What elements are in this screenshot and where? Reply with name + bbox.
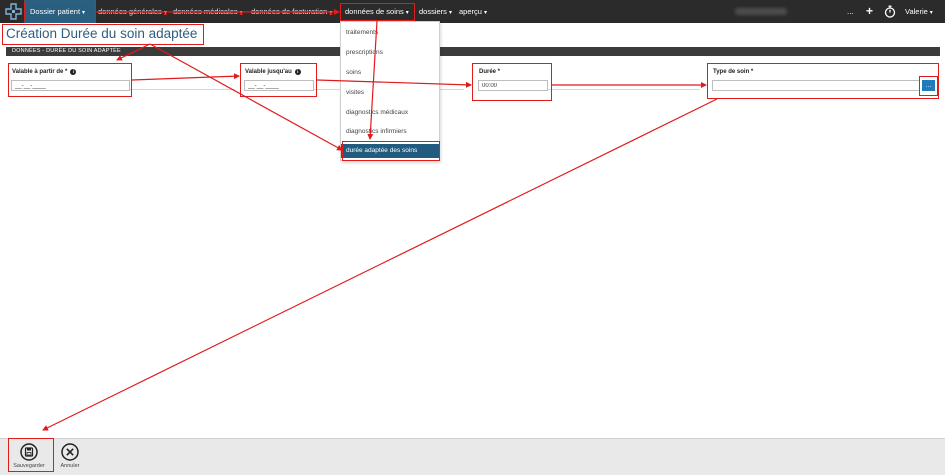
annotation-overlay [0, 0, 945, 475]
save-button[interactable]: Sauvegarder [11, 439, 47, 475]
duration-label: Durée * [479, 69, 501, 75]
nav-donnees-medicales[interactable]: données médicales ▾ [173, 0, 243, 23]
valid-from-input[interactable] [11, 80, 130, 91]
plus-icon[interactable]: + [866, 0, 873, 23]
caret-down-icon: ▾ [82, 10, 86, 16]
info-icon[interactable]: i [70, 69, 77, 75]
info-icon[interactable]: i [294, 69, 301, 75]
caret-down-icon: ▾ [405, 10, 409, 16]
nav-donnees-facturation[interactable]: données de facturation ▾ [251, 0, 332, 23]
caret-down-icon: ▾ [329, 10, 333, 16]
stopwatch-icon[interactable] [884, 5, 896, 18]
caret-down-icon: ▾ [448, 10, 452, 16]
arrow-from-to-until [131, 73, 240, 81]
cancel-button-label: Annuler [60, 463, 80, 469]
save-button-label: Sauvegarder [13, 463, 45, 469]
circle-x-icon [61, 443, 79, 461]
nav-label: aperçu [459, 7, 482, 16]
nav-label: dossiers [419, 7, 447, 16]
nav-dossier-patient[interactable]: Dossier patient ▾ [24, 0, 96, 23]
cancel-button[interactable]: Annuler [52, 439, 88, 475]
menu-item-diagnostics-medicaux[interactable]: diagnostics médicaux [341, 106, 439, 120]
medical-cross-logo-icon[interactable] [5, 3, 22, 20]
floppy-disk-icon [20, 443, 38, 461]
input-underline [548, 89, 700, 90]
user-menu[interactable]: Valerie ▾ [905, 0, 933, 23]
caret-down-icon: ▾ [929, 10, 933, 16]
care-type-input[interactable] [712, 80, 920, 91]
redacted-patient-name [735, 8, 787, 15]
top-navbar: Dossier patient ▾ données générales ▾ donn… [0, 0, 945, 23]
valid-from-label: Valable à partir de * i [12, 69, 77, 75]
nav-label: données générales [98, 7, 162, 16]
menu-item-duree-adaptee-des-soins[interactable]: durée adaptée des soins [341, 144, 439, 158]
valid-until-label-text: Valable jusqu'au [245, 69, 292, 75]
bottom-toolbar: Sauvegarder Annuler [0, 438, 945, 475]
valid-until-input[interactable] [244, 80, 314, 91]
valid-until-label: Valable jusqu'au i [245, 69, 301, 75]
nav-label: données de facturation [251, 7, 328, 16]
arrow-title-to-item [149, 43, 343, 151]
more-menu-button[interactable]: ... [847, 0, 854, 23]
care-type-lookup-button[interactable]: ... [922, 80, 935, 91]
care-type-label: Type de soin * [713, 69, 754, 75]
menu-item-traitements[interactable]: traitements [341, 26, 439, 40]
nav-label: données médicales [173, 7, 238, 16]
nav-dossiers[interactable]: dossiers ▾ [419, 0, 452, 23]
input-underline [130, 89, 235, 90]
caret-down-icon: ▾ [163, 10, 167, 16]
caret-down-icon: ▾ [239, 10, 243, 16]
page-title: Création Durée du soin adaptée [6, 26, 198, 41]
donnees-de-soins-dropdown: traitements prescriptions soins visites … [340, 21, 440, 161]
annotation-arrows [42, 9, 718, 431]
menu-item-visites[interactable]: visites [341, 86, 439, 100]
menu-item-diagnostics-infirmiers[interactable]: diagnostics infirmiers [341, 125, 439, 139]
menu-item-soins[interactable]: soins [341, 66, 439, 80]
valid-from-label-text: Valable à partir de * [12, 69, 68, 75]
caret-down-icon: ▾ [483, 10, 487, 16]
user-name: Valerie [905, 7, 928, 16]
nav-label: données de soins [345, 7, 404, 16]
duration-input[interactable] [478, 80, 548, 91]
nav-donnees-generales[interactable]: données générales ▾ [98, 0, 167, 23]
menu-item-prescriptions[interactable]: prescriptions [341, 46, 439, 60]
nav-donnees-de-soins[interactable]: données de soins ▾ [345, 0, 409, 23]
nav-dossier-patient-label: Dossier patient [30, 7, 81, 16]
section-header: DONNÉES - DURÉE DU SOIN ADAPTÉE [6, 47, 940, 56]
nav-apercu[interactable]: aperçu ▾ [459, 0, 487, 23]
